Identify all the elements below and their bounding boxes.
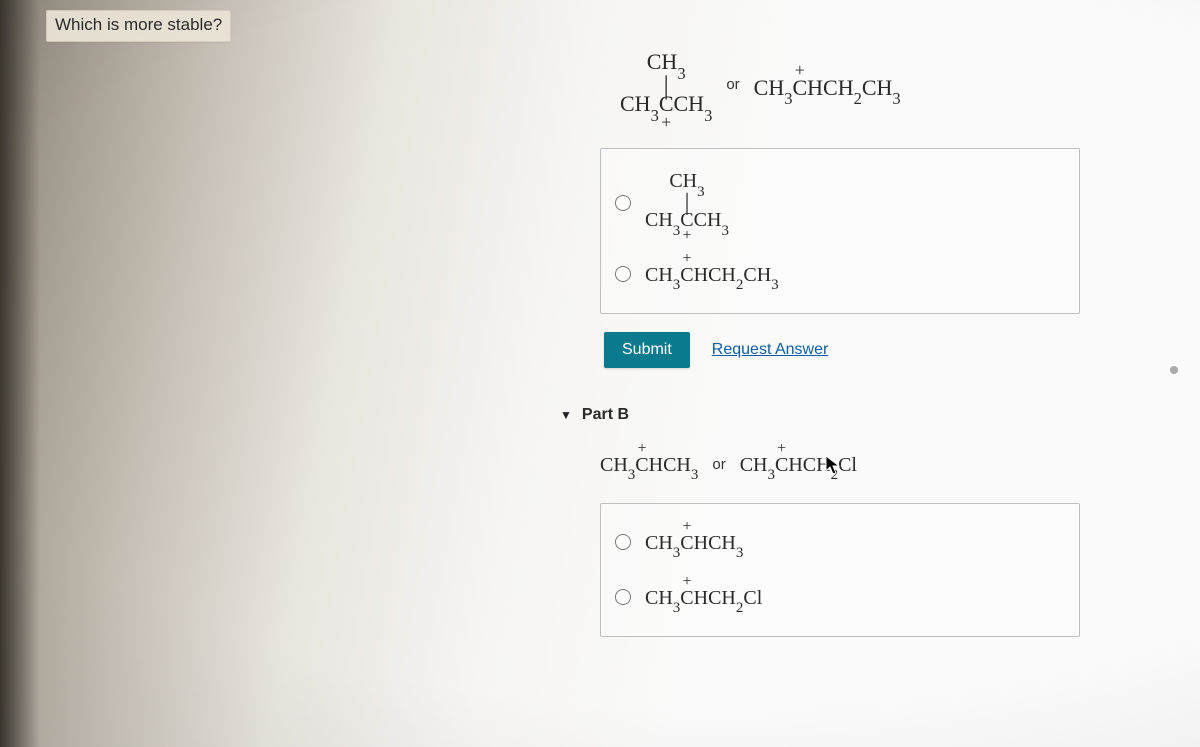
decorative-dot — [1170, 366, 1178, 374]
submit-button[interactable]: Submit — [604, 332, 690, 368]
part-b-label: Part B — [582, 406, 629, 424]
part-a-options: CH3|CH3CCH3 CH3CHCH2CH3 — [600, 148, 1080, 314]
part-b-radio-1[interactable] — [615, 534, 631, 550]
part-b-formula-1: CH3CHCH3 — [600, 454, 698, 481]
part-a-option-2[interactable]: CH3CHCH2CH3 — [611, 250, 1063, 299]
part-b-formula-2: CH3CHCH2Cl — [740, 454, 857, 481]
request-answer-link[interactable]: Request Answer — [712, 341, 829, 359]
or-text: or — [726, 76, 739, 93]
part-a-radio-1[interactable] — [615, 195, 631, 211]
part-a-option-2-formula: CH3CHCH2CH3 — [645, 264, 779, 291]
part-a-actions: Submit Request Answer — [604, 332, 1100, 368]
part-a-option-1[interactable]: CH3|CH3CCH3 — [611, 163, 1063, 244]
part-b-radio-2[interactable] — [615, 589, 631, 605]
part-b-option-1-formula: CH3CHCH3 — [645, 532, 743, 559]
or-text-b: or — [712, 456, 725, 473]
part-a-prompt: CH3|CH3CCH3 or CH3CHCH2CH3 — [620, 50, 1100, 120]
part-b-option-1[interactable]: CH3CHCH3 — [611, 518, 1063, 567]
question-highlight: Which is more stable? — [46, 10, 231, 42]
part-a-radio-2[interactable] — [615, 266, 631, 282]
caret-down-icon: ▼ — [560, 408, 572, 422]
part-b-option-2-formula: CH3CHCH2Cl — [645, 587, 762, 614]
part-b-prompt: CH3CHCH3 or CH3CHCH2Cl — [600, 448, 1100, 481]
content-column: CH3|CH3CCH3 or CH3CHCH2CH3 CH3|CH3CCH3 C… — [560, 40, 1100, 637]
part-a-option-1-formula: CH3|CH3CCH3 — [645, 171, 729, 236]
part-b-header[interactable]: ▼ Part B — [560, 406, 1100, 424]
part-a-formula-1: CH3|CH3CCH3 — [620, 50, 712, 120]
part-b-options: CH3CHCH3 CH3CHCH2Cl — [600, 503, 1080, 637]
part-a-formula-2: CH3CHCH2CH3 — [754, 75, 901, 105]
question-text: Which is more stable? — [55, 15, 222, 34]
part-b-option-2[interactable]: CH3CHCH2Cl — [611, 573, 1063, 622]
